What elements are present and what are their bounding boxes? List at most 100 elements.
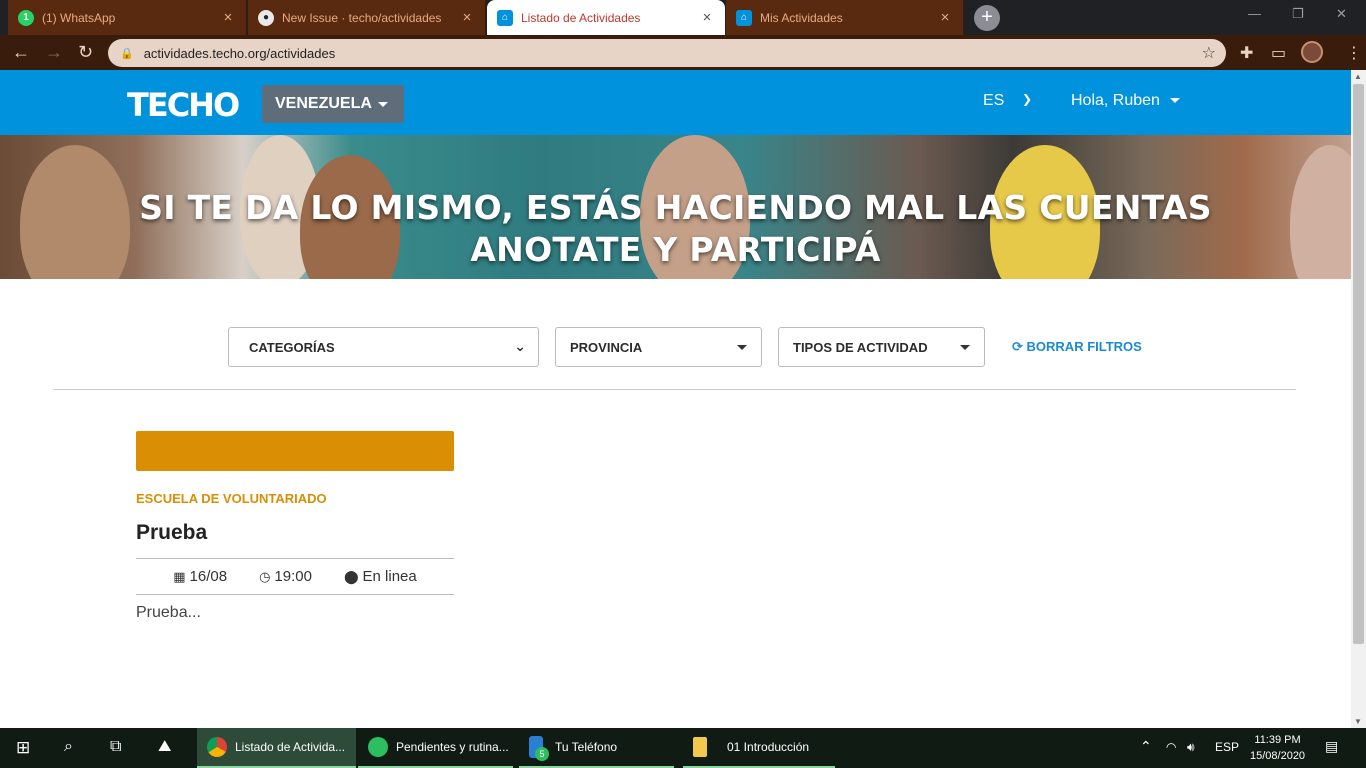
activity-title[interactable]: Prueba [136, 521, 207, 545]
techo-logo[interactable]: TECHO [127, 86, 240, 124]
activity-category: ESCUELA DE VOLUNTARIADO [136, 491, 327, 506]
wifi-icon[interactable]: ◠ [1166, 740, 1176, 754]
activity-location: ⬤ En linea [344, 568, 417, 585]
categories-label: CATEGORÍAS [249, 339, 335, 355]
tab-listado[interactable]: ⌂ Listado de Actividades × [487, 0, 725, 35]
taskbar-app-phone[interactable]: 5 Tu Teléfono [519, 728, 674, 768]
cast-icon[interactable]: ▭ [1271, 43, 1286, 63]
chrome-icon [207, 737, 227, 757]
date-text: 16/08 [189, 568, 228, 585]
techo-icon: ⌂ [736, 9, 752, 26]
minimize-icon[interactable]: — [1248, 6, 1261, 21]
windows-start-icon[interactable]: ⊞ [16, 738, 30, 758]
notification-badge: 5 [535, 747, 549, 761]
tab-title: New Issue · techo/actividades [282, 10, 442, 25]
tab-close-icon[interactable]: × [220, 9, 236, 26]
back-icon[interactable]: ← [12, 42, 30, 62]
clock-icon: ◷ [259, 568, 271, 584]
clear-filters-label: BORRAR FILTROS [1026, 339, 1142, 354]
taskbar-app-label: Listado de Activida... [235, 740, 346, 754]
taskbar-app-chrome[interactable]: Listado de Activida... [197, 728, 356, 768]
scroll-down-icon[interactable]: ▼ [1354, 717, 1362, 726]
country-dropdown[interactable]: VENEZUELA [262, 85, 404, 123]
windows-taskbar: ⊞ ⌕ ⧉ ⛰ Listado de Activida... Pendiente… [0, 728, 1366, 768]
new-tab-button[interactable]: + [974, 5, 1000, 31]
tab-close-icon[interactable]: × [937, 9, 953, 26]
refresh-icon: ⟳ [1012, 339, 1023, 354]
system-clock[interactable]: 11:39 PM 15/08/2020 [1250, 732, 1305, 764]
evernote-icon [368, 737, 388, 757]
location-text: En linea [362, 568, 417, 585]
language-selector[interactable]: ES [983, 92, 1004, 110]
photos-icon[interactable]: ⛰ [158, 738, 171, 756]
scrollbar-thumb[interactable] [1353, 84, 1364, 644]
activity-meta: ▦ 16/08 ◷ 19:00 ⬤ En linea [136, 558, 454, 595]
page-scrollbar[interactable]: ▲ ▼ [1351, 70, 1366, 728]
taskbar-app-evernote[interactable]: Pendientes y rutina... [358, 728, 513, 768]
taskbar-app-label: Tu Teléfono [555, 740, 618, 754]
tab-strip: 1 (1) WhatsApp × ● New Issue · techo/act… [0, 0, 1366, 35]
address-bar[interactable]: 🔒 actividades.techo.org/actividades ☆ [108, 39, 1226, 67]
caret-down-icon [960, 345, 970, 350]
province-label: PROVINCIA [570, 339, 643, 355]
province-dropdown[interactable]: PROVINCIA [555, 327, 762, 367]
caret-down-icon [377, 101, 388, 107]
user-menu[interactable]: Hola, Ruben [1071, 92, 1181, 110]
tab-mis-actividades[interactable]: ⌂ Mis Actividades × [726, 0, 964, 35]
lock-icon: 🔒 [120, 47, 134, 60]
whatsapp-icon: 1 [18, 9, 34, 26]
chevron-up-icon[interactable]: ⌃ [1140, 738, 1152, 755]
taskbar-app-folder[interactable]: 01 Introducción [683, 728, 835, 768]
tab-github[interactable]: ● New Issue · techo/actividades × [248, 0, 486, 35]
bookmark-star-icon[interactable]: ☆ [1202, 43, 1216, 63]
input-language[interactable]: ESP [1215, 740, 1239, 754]
restore-icon[interactable]: ❐ [1292, 6, 1304, 22]
folder-icon [693, 737, 707, 757]
taskbar-app-label: 01 Introducción [727, 740, 810, 754]
extensions-icon[interactable]: ✚ [1240, 43, 1253, 63]
map-marker-icon: ⬤ [343, 568, 359, 584]
activity-date: ▦ 16/08 [173, 568, 227, 585]
caret-down-icon [1170, 98, 1181, 104]
forward-icon[interactable]: → [45, 42, 63, 62]
hero-banner: SI TE DA LO MISMO, ESTÁS HACIENDO MAL LA… [0, 135, 1351, 279]
country-label: VENEZUELA [275, 95, 372, 112]
categories-select[interactable]: CATEGORÍAS ⌄ [228, 327, 539, 367]
activity-card-header[interactable] [136, 431, 454, 471]
activity-types-dropdown[interactable]: TIPOS DE ACTIVIDAD [778, 327, 985, 367]
tab-close-icon[interactable]: × [459, 9, 475, 26]
divider [53, 389, 1296, 390]
hero-line-1: SI TE DA LO MISMO, ESTÁS HACIENDO MAL LA… [139, 188, 1212, 227]
taskbar-app-label: Pendientes y rutina... [396, 740, 509, 754]
scroll-up-icon[interactable]: ▲ [1354, 72, 1362, 81]
tab-title: (1) WhatsApp [42, 10, 116, 25]
greeting-text: Hola, Ruben [1071, 92, 1160, 109]
chevron-down-icon: ⌄ [514, 338, 526, 354]
reload-icon[interactable]: ↻ [78, 42, 93, 62]
menu-icon[interactable]: ⋮ [1346, 43, 1362, 63]
tab-title: Listado de Actividades [521, 10, 641, 25]
techo-icon: ⌂ [497, 9, 513, 26]
time-text: 19:00 [274, 568, 312, 585]
clear-filters-button[interactable]: ⟳ BORRAR FILTROS [1012, 339, 1142, 355]
tab-whatsapp[interactable]: 1 (1) WhatsApp × [8, 0, 247, 35]
chevron-down-icon[interactable]: ❯ [1022, 92, 1032, 106]
phone-icon: 5 [529, 736, 549, 761]
clock-time: 11:39 PM [1254, 734, 1301, 746]
activity-types-label: TIPOS DE ACTIVIDAD [793, 339, 928, 355]
search-icon[interactable]: ⌕ [64, 738, 73, 756]
notifications-icon[interactable]: ▤ [1325, 738, 1338, 755]
task-view-icon[interactable]: ⧉ [110, 738, 121, 756]
url-text[interactable]: actividades.techo.org/actividades [144, 46, 336, 61]
github-icon: ● [258, 9, 274, 26]
volume-icon[interactable]: 🔊︎ [1187, 740, 1195, 755]
hero-heading: SI TE DA LO MISMO, ESTÁS HACIENDO MAL LA… [0, 187, 1351, 271]
clock-date: 15/08/2020 [1250, 750, 1306, 762]
avatar[interactable] [1301, 41, 1323, 63]
tab-title: Mis Actividades [760, 10, 843, 25]
caret-down-icon [737, 345, 747, 350]
close-window-icon[interactable]: ✕ [1336, 6, 1347, 22]
site-navbar: TECHO VENEZUELA ES ❯ Hola, Ruben [0, 70, 1351, 135]
tab-close-icon[interactable]: × [699, 9, 715, 26]
activity-description: Prueba... [136, 604, 201, 621]
